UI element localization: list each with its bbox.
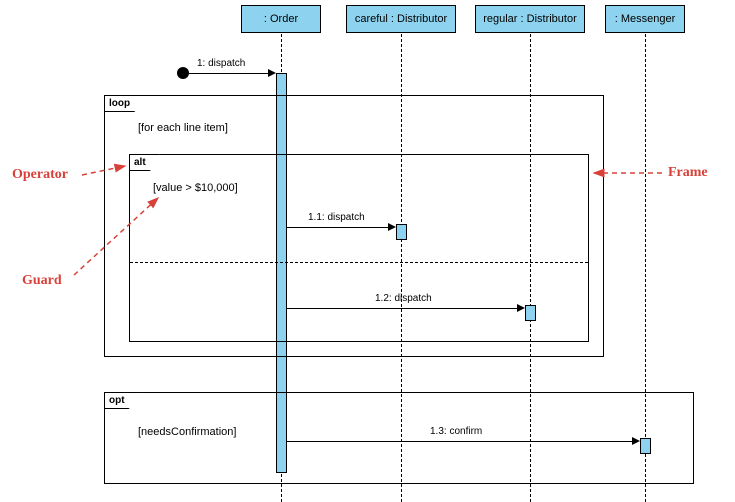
annotation-arrow-operator bbox=[0, 0, 735, 502]
sequence-diagram: : Order careful : Distributor regular : … bbox=[0, 0, 735, 502]
